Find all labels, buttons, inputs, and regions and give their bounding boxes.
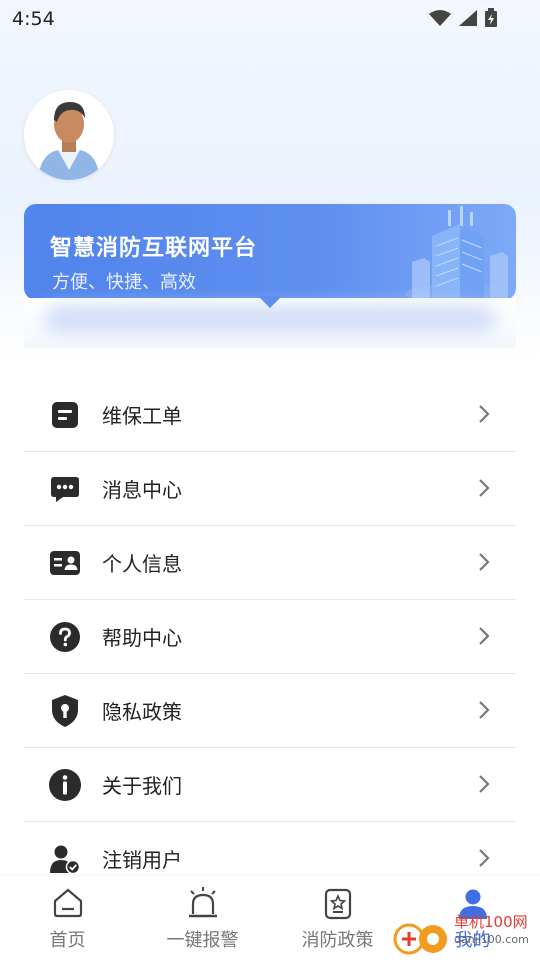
- tab-label: 消防政策: [301, 930, 374, 951]
- watermark-text: 单机100网 danji100.com: [454, 914, 529, 948]
- menu-item-message-center[interactable]: 消息中心: [24, 452, 516, 526]
- menu-item-privacy-policy[interactable]: 隐私政策: [24, 674, 516, 748]
- menu-item-label: 隐私政策: [102, 700, 182, 724]
- watermark: 单机100网 danji100.com: [392, 914, 540, 960]
- menu-item-label: 注销用户: [102, 848, 182, 872]
- help-icon: [48, 620, 82, 654]
- tab-fire-policy[interactable]: 消防政策: [270, 876, 405, 960]
- menu-item-help-center[interactable]: 帮助中心: [24, 600, 516, 674]
- menu-item-personal-info[interactable]: 个人信息: [24, 526, 516, 600]
- watermark-line2: danji100.com: [454, 933, 529, 946]
- tab-label: 首页: [49, 930, 86, 951]
- menu-item-label: 关于我们: [102, 774, 182, 798]
- shield-lock-icon: [48, 694, 82, 728]
- signal-icon: [459, 10, 477, 26]
- menu-item-work-order[interactable]: 维保工单: [24, 378, 516, 452]
- wifi-icon: [429, 10, 451, 26]
- id-card-icon: [48, 546, 82, 580]
- info-icon: [48, 768, 82, 802]
- battery-icon: [485, 8, 497, 27]
- building-illustration-icon: [405, 206, 509, 300]
- tab-one-click-alarm[interactable]: 一键报警: [135, 876, 270, 960]
- chevron-right-icon: [479, 553, 490, 571]
- avatar-person-icon: [24, 90, 114, 180]
- banner-shadow: [44, 304, 496, 334]
- banner-title: 智慧消防互联网平台: [50, 236, 258, 261]
- tab-home[interactable]: 首页: [0, 876, 135, 960]
- policy-icon: [324, 888, 351, 920]
- tab-label: 一键报警: [166, 930, 239, 951]
- watermark-line1: 单机100网: [454, 913, 528, 931]
- work-order-icon: [48, 398, 82, 432]
- banner-subtitle: 方便、快捷、高效: [52, 272, 196, 293]
- menu-item-label: 帮助中心: [102, 626, 182, 650]
- status-icons: [428, 8, 498, 28]
- chevron-right-icon: [479, 775, 490, 793]
- platform-banner: 智慧消防互联网平台 方便、快捷、高效: [24, 204, 516, 300]
- watermark-logo-icon: [393, 923, 447, 955]
- menu-item-about-us[interactable]: 关于我们: [24, 748, 516, 822]
- user-avatar[interactable]: [24, 90, 114, 180]
- status-time: 4:54: [12, 8, 55, 30]
- alarm-icon: [188, 887, 217, 918]
- chevron-right-icon: [479, 701, 490, 719]
- profile-menu: 维保工单 消息中心 个人信息 帮助中心 隐私政策 关于我们 注销用户: [24, 378, 516, 895]
- chevron-right-icon: [479, 405, 490, 423]
- banner-pointer: [258, 296, 282, 308]
- menu-item-label: 维保工单: [102, 404, 182, 428]
- user-check-icon: [48, 842, 82, 876]
- chevron-right-icon: [479, 479, 490, 497]
- menu-item-label: 消息中心: [102, 478, 182, 502]
- home-icon: [53, 888, 82, 918]
- message-icon: [48, 472, 82, 506]
- menu-item-label: 个人信息: [102, 552, 182, 576]
- chevron-right-icon: [479, 627, 490, 645]
- chevron-right-icon: [479, 849, 490, 867]
- status-bar: 4:54: [0, 0, 540, 36]
